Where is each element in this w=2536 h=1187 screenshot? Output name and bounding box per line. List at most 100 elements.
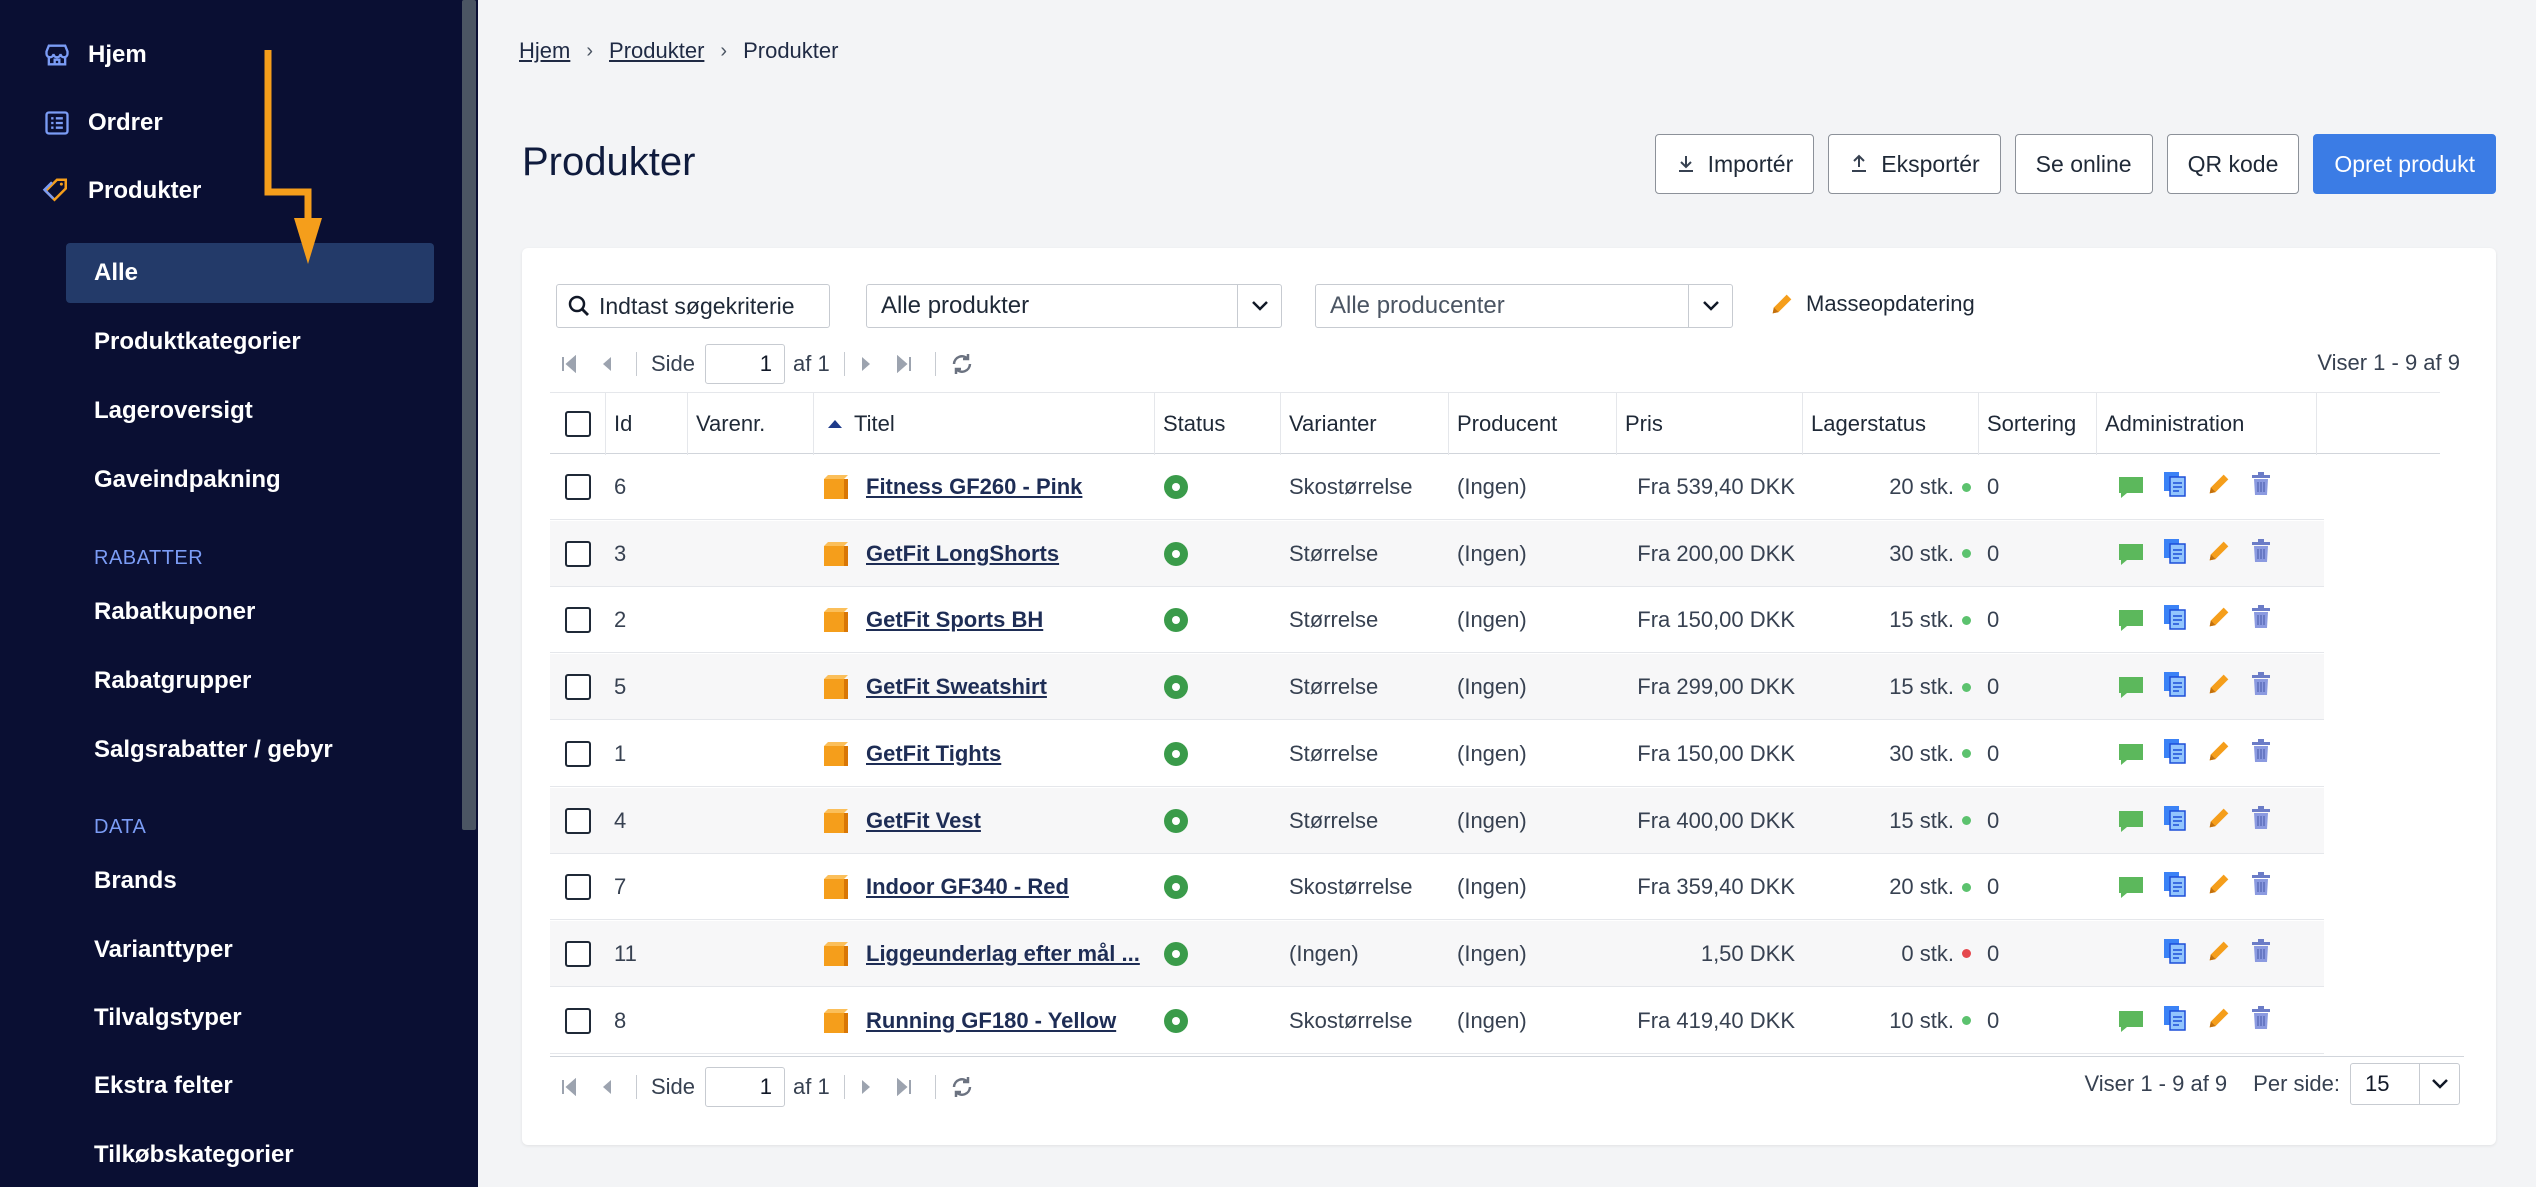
- edit-pencil-icon[interactable]: [2205, 537, 2233, 571]
- import-button[interactable]: Importér: [1654, 134, 1815, 194]
- trash-icon[interactable]: [2249, 938, 2273, 970]
- sidebar-item-brands[interactable]: Brands: [66, 851, 434, 911]
- column-sku[interactable]: Varenr.: [688, 393, 814, 455]
- column-title[interactable]: Titel: [814, 393, 1155, 455]
- mass-update-button[interactable]: Masseopdatering: [1768, 290, 1975, 318]
- copy-icon[interactable]: [2161, 1004, 2189, 1038]
- comment-icon[interactable]: [2117, 741, 2145, 767]
- row-title-link[interactable]: GetFit Sports BH: [866, 607, 1043, 633]
- export-button[interactable]: Eksportér: [1828, 134, 2001, 194]
- sidebar-item-addon-categories[interactable]: Tilkøbskategorier: [66, 1125, 434, 1185]
- prev-page-icon[interactable]: [600, 1078, 614, 1096]
- row-title-link[interactable]: Indoor GF340 - Red: [866, 874, 1069, 900]
- refresh-icon[interactable]: [950, 1075, 974, 1099]
- row-checkbox[interactable]: [565, 474, 591, 500]
- row-title-link[interactable]: GetFit Sweatshirt: [866, 674, 1047, 700]
- trash-icon[interactable]: [2249, 538, 2273, 570]
- select-all-checkbox[interactable]: [564, 411, 591, 437]
- view-online-button[interactable]: Se online: [2014, 134, 2153, 194]
- sidebar-item-coupons[interactable]: Rabatkuponer: [66, 582, 434, 642]
- column-status[interactable]: Status: [1155, 393, 1281, 455]
- sidebar-item-products[interactable]: Produkter: [40, 166, 201, 216]
- create-product-button[interactable]: Opret produkt: [2313, 134, 2496, 194]
- page-number-input[interactable]: 1: [705, 1067, 786, 1107]
- column-sort[interactable]: Sortering: [1979, 393, 2097, 455]
- edit-pencil-icon[interactable]: [2205, 1004, 2233, 1038]
- trash-icon[interactable]: [2249, 871, 2273, 903]
- first-page-icon[interactable]: [560, 355, 578, 373]
- producer-filter-select[interactable]: Alle producenter: [1315, 284, 1733, 328]
- column-stock[interactable]: Lagerstatus: [1803, 393, 1979, 455]
- row-checkbox[interactable]: [565, 740, 591, 767]
- copy-icon[interactable]: [2161, 870, 2189, 904]
- row-title-link[interactable]: Running GF180 - Yellow: [866, 1008, 1116, 1034]
- copy-icon[interactable]: [2161, 937, 2189, 971]
- row-checkbox[interactable]: [565, 874, 591, 901]
- row-checkbox[interactable]: [565, 607, 591, 634]
- copy-icon[interactable]: [2161, 603, 2189, 637]
- trash-icon[interactable]: [2249, 471, 2273, 503]
- sidebar-item-stock-overview[interactable]: Lageroversigt: [66, 381, 434, 441]
- row-checkbox[interactable]: [565, 940, 591, 967]
- edit-pencil-icon[interactable]: [2205, 670, 2233, 704]
- column-id[interactable]: Id: [606, 393, 688, 455]
- prev-page-icon[interactable]: [600, 355, 614, 373]
- copy-icon[interactable]: [2161, 670, 2189, 704]
- column-variants[interactable]: Varianter: [1281, 393, 1449, 455]
- copy-icon[interactable]: [2161, 804, 2189, 838]
- sidebar-item-extra-fields[interactable]: Ekstra felter: [66, 1056, 434, 1116]
- breadcrumb-home-link[interactable]: Hjem: [519, 38, 570, 64]
- edit-pencil-icon[interactable]: [2205, 603, 2233, 637]
- sidebar-item-sales-discounts[interactable]: Salgsrabatter / gebyr: [66, 720, 434, 780]
- edit-pencil-icon[interactable]: [2205, 937, 2233, 971]
- trash-icon[interactable]: [2249, 604, 2273, 636]
- first-page-icon[interactable]: [560, 1078, 578, 1096]
- column-producer[interactable]: Producent: [1449, 393, 1617, 455]
- comment-icon[interactable]: [2117, 607, 2145, 633]
- per-page-select[interactable]: 15: [2350, 1063, 2460, 1105]
- page-number-input[interactable]: 1: [705, 344, 786, 384]
- breadcrumb-products-link[interactable]: Produkter: [609, 38, 704, 64]
- trash-icon[interactable]: [2249, 1005, 2273, 1037]
- sidebar-item-orders[interactable]: Ordrer: [40, 98, 163, 148]
- comment-icon[interactable]: [2117, 1008, 2145, 1034]
- sidebar-item-product-categories[interactable]: Produktkategorier: [66, 312, 434, 372]
- comment-icon[interactable]: [2117, 474, 2145, 500]
- qr-code-button[interactable]: QR kode: [2166, 134, 2300, 194]
- refresh-icon[interactable]: [950, 352, 974, 376]
- comment-icon[interactable]: [2117, 674, 2145, 700]
- next-page-icon[interactable]: [859, 355, 873, 373]
- products-filter-select[interactable]: Alle produkter: [866, 284, 1282, 328]
- row-checkbox[interactable]: [565, 1007, 591, 1034]
- last-page-icon[interactable]: [895, 1078, 913, 1096]
- row-title-link[interactable]: GetFit Tights: [866, 741, 1001, 767]
- sidebar-item-home[interactable]: Hjem: [40, 30, 147, 80]
- row-title-link[interactable]: Fitness GF260 - Pink: [866, 474, 1082, 500]
- sidebar-item-gift-wrapping[interactable]: Gaveindpakning: [66, 450, 434, 510]
- row-title-link[interactable]: GetFit Vest: [866, 808, 981, 834]
- search-input[interactable]: Indtast søgekriterie: [556, 284, 830, 328]
- sidebar-item-option-types[interactable]: Tilvalgstyper: [66, 988, 434, 1048]
- row-checkbox[interactable]: [565, 807, 591, 834]
- sidebar-item-all-products[interactable]: Alle: [66, 243, 434, 303]
- copy-icon[interactable]: [2161, 737, 2189, 771]
- edit-pencil-icon[interactable]: [2205, 470, 2233, 504]
- column-price[interactable]: Pris: [1617, 393, 1803, 455]
- next-page-icon[interactable]: [859, 1078, 873, 1096]
- trash-icon[interactable]: [2249, 671, 2273, 703]
- sidebar-item-variant-types[interactable]: Varianttyper: [66, 920, 434, 980]
- comment-icon[interactable]: [2117, 874, 2145, 900]
- comment-icon[interactable]: [2117, 808, 2145, 834]
- comment-icon[interactable]: [2117, 541, 2145, 567]
- column-administration[interactable]: Administration: [2097, 393, 2317, 455]
- sidebar-scrollbar[interactable]: [462, 0, 476, 830]
- trash-icon[interactable]: [2249, 738, 2273, 770]
- edit-pencil-icon[interactable]: [2205, 804, 2233, 838]
- edit-pencil-icon[interactable]: [2205, 870, 2233, 904]
- edit-pencil-icon[interactable]: [2205, 737, 2233, 771]
- sidebar-item-discount-groups[interactable]: Rabatgrupper: [66, 651, 434, 711]
- copy-icon[interactable]: [2161, 537, 2189, 571]
- row-checkbox[interactable]: [565, 540, 591, 567]
- trash-icon[interactable]: [2249, 805, 2273, 837]
- copy-icon[interactable]: [2161, 470, 2189, 504]
